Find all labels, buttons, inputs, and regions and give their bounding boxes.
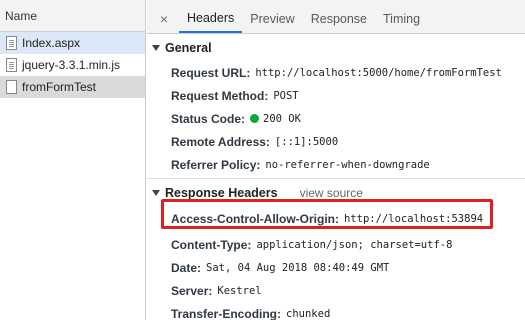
tab-timing[interactable]: Timing: [375, 5, 428, 33]
header-row-server: Server: Kestrel: [147, 279, 525, 302]
header-value: Sat, 04 Aug 2018 08:40:49 GMT: [206, 261, 390, 274]
tab-headers[interactable]: Headers: [179, 5, 243, 33]
close-icon[interactable]: ×: [155, 5, 173, 33]
triangle-down-icon: [152, 190, 160, 196]
general-section-toggle[interactable]: General: [147, 36, 525, 60]
header-value: 200 OK: [263, 112, 301, 125]
header-value: application/json; charset=utf-8: [256, 238, 453, 251]
file-row-jquery[interactable]: jquery-3.3.1.min.js: [0, 54, 145, 76]
file-row-fromformtest[interactable]: fromFormTest: [0, 76, 145, 98]
document-icon: [6, 36, 17, 50]
header-key: Date:: [171, 260, 202, 275]
file-name: fromFormTest: [22, 80, 97, 94]
header-row-request-url: Request URL: http://localhost:5000/home/…: [147, 61, 525, 84]
header-key: Request URL:: [171, 65, 251, 80]
general-title: General: [165, 41, 212, 55]
header-value: [::1]:5000: [274, 135, 339, 148]
blank-document-icon: [6, 80, 17, 94]
file-name: Index.aspx: [22, 36, 81, 50]
header-key: Referrer Policy:: [171, 157, 261, 172]
header-row-request-method: Request Method: POST: [147, 84, 525, 107]
header-value: POST: [273, 89, 299, 102]
tab-preview[interactable]: Preview: [242, 5, 302, 33]
header-key: Request Method:: [171, 88, 269, 103]
name-column-header[interactable]: Name: [0, 0, 145, 32]
details-panel: × Headers Preview Response Timing Genera…: [147, 0, 525, 320]
section-divider: [147, 178, 525, 179]
document-icon: [6, 58, 17, 72]
tab-response[interactable]: Response: [303, 5, 375, 33]
detail-tabs: × Headers Preview Response Timing: [147, 0, 525, 34]
files-panel: Name Index.aspx jquery-3.3.1.min.js from…: [0, 0, 146, 320]
view-source-link[interactable]: view source: [300, 186, 363, 200]
header-value: no-referrer-when-downgrade: [265, 158, 430, 171]
triangle-down-icon: [152, 45, 160, 51]
status-ok-dot-icon: [250, 114, 260, 123]
header-key: Server:: [171, 283, 213, 298]
header-row-remote-address: Remote Address: [::1]:5000: [147, 130, 525, 153]
annotation-highlight-box: [161, 199, 493, 229]
header-row-date: Date: Sat, 04 Aug 2018 08:40:49 GMT: [147, 256, 525, 279]
header-row-status-code: Status Code: 200 OK: [147, 107, 525, 130]
header-key: Transfer-Encoding:: [171, 306, 282, 320]
header-value: chunked: [286, 307, 331, 320]
file-row-index-aspx[interactable]: Index.aspx: [0, 32, 145, 54]
header-row-transfer-encoding: Transfer-Encoding: chunked: [147, 302, 525, 320]
header-value: Kestrel: [217, 284, 262, 297]
header-key: Status Code:: [171, 111, 246, 126]
header-row-referrer-policy: Referrer Policy: no-referrer-when-downgr…: [147, 153, 525, 176]
header-value: http://localhost:5000/home/fromFormTest: [255, 66, 502, 79]
header-row-content-type: Content-Type: application/json; charset=…: [147, 233, 525, 256]
header-key: Remote Address:: [171, 134, 270, 149]
header-key: Content-Type:: [171, 237, 252, 252]
file-name: jquery-3.3.1.min.js: [22, 58, 121, 72]
response-headers-title: Response Headers: [165, 186, 278, 200]
